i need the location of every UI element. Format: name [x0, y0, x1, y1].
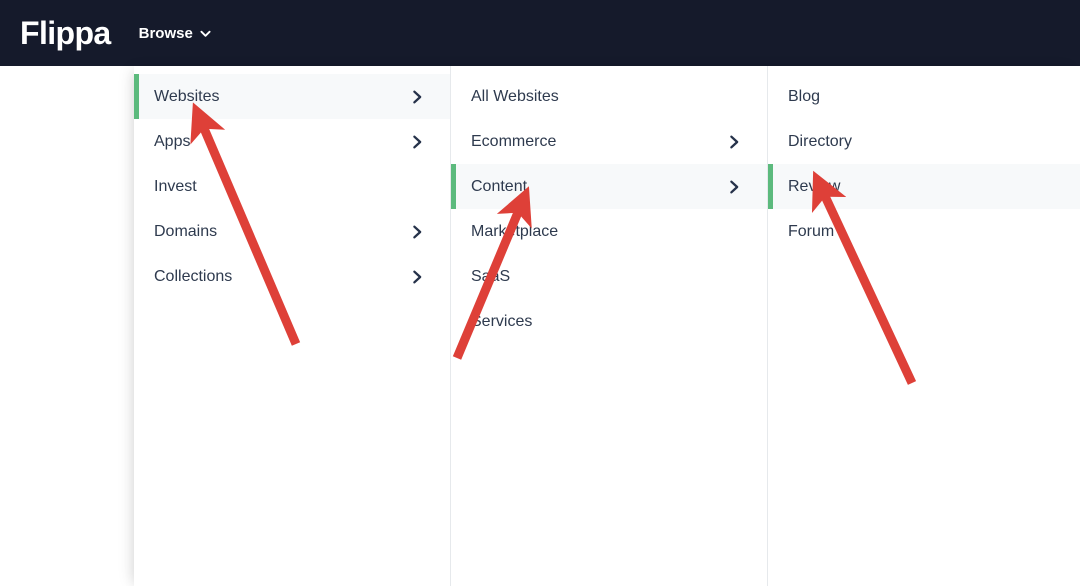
menu-item-content[interactable]: Content — [451, 164, 767, 209]
menu-item-ecommerce[interactable]: Ecommerce — [451, 119, 767, 164]
menu-item-blog[interactable]: Blog — [768, 74, 1080, 119]
browser-viewport: Flippa Browse Websites Apps Invest Domains C… — [0, 0, 1080, 586]
chevron-right-icon — [728, 179, 741, 195]
flippa-logo[interactable]: Flippa — [20, 17, 111, 49]
menu-item-services[interactable]: Services — [451, 299, 767, 344]
menu-item-label: Collections — [154, 268, 411, 286]
menu-item-label: Content — [471, 178, 728, 196]
menu-item-directory[interactable]: Directory — [768, 119, 1080, 164]
chevron-right-icon — [411, 269, 424, 285]
nav-browse-label: Browse — [139, 25, 193, 42]
menu-item-label: Services — [471, 313, 741, 331]
menu-item-label: Websites — [154, 88, 411, 106]
chevron-right-icon — [411, 224, 424, 240]
browse-mega-menu: Websites Apps Invest Domains Collections All… — [134, 66, 1080, 586]
menu-item-invest[interactable]: Invest — [134, 164, 450, 209]
menu-item-all-websites[interactable]: All Websites — [451, 74, 767, 119]
menu-column-websites-subcategories: All Websites Ecommerce Content Marketplace S… — [450, 66, 767, 586]
menu-item-saas[interactable]: SaaS — [451, 254, 767, 299]
menu-item-forum[interactable]: Forum — [768, 209, 1080, 254]
menu-item-label: All Websites — [471, 88, 741, 106]
menu-item-apps[interactable]: Apps — [134, 119, 450, 164]
menu-item-collections[interactable]: Collections — [134, 254, 450, 299]
menu-column-categories: Websites Apps Invest Domains Collections — [134, 66, 450, 586]
menu-item-label: Review — [788, 178, 1054, 196]
menu-item-marketplace[interactable]: Marketplace — [451, 209, 767, 254]
chevron-down-icon — [200, 28, 211, 39]
menu-item-domains[interactable]: Domains — [134, 209, 450, 254]
menu-item-label: SaaS — [471, 268, 741, 286]
menu-item-label: Directory — [788, 133, 1054, 151]
nav-browse-menu[interactable]: Browse — [139, 25, 211, 42]
chevron-right-icon — [411, 89, 424, 105]
menu-item-label: Ecommerce — [471, 133, 728, 151]
menu-item-websites[interactable]: Websites — [134, 74, 450, 119]
menu-item-label: Apps — [154, 133, 411, 151]
menu-item-label: Invest — [154, 178, 424, 196]
menu-item-review[interactable]: Review — [768, 164, 1080, 209]
menu-item-label: Blog — [788, 88, 1054, 106]
menu-item-label: Domains — [154, 223, 411, 241]
menu-column-content-subcategories: Blog Directory Review Forum — [767, 66, 1080, 586]
menu-item-label: Marketplace — [471, 223, 741, 241]
chevron-right-icon — [411, 134, 424, 150]
menu-item-label: Forum — [788, 223, 1054, 241]
chevron-right-icon — [728, 134, 741, 150]
site-header: Flippa Browse — [0, 0, 1080, 66]
